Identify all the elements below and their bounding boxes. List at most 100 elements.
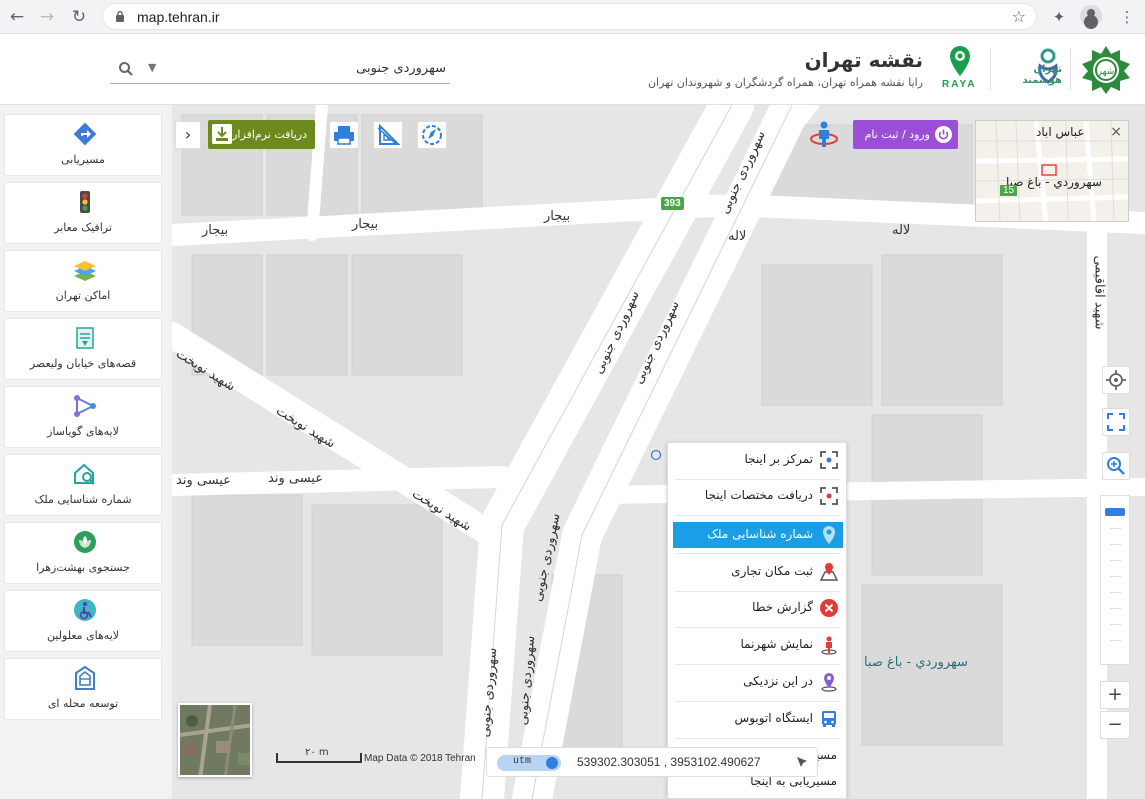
sidebar-item-disabled-layers[interactable]: لایه‌های معلولین xyxy=(4,590,162,652)
sidebar-item-valiasr-stories[interactable]: قصه‌های خیابان ولیعصر xyxy=(4,318,162,380)
zoom-slider-thumb[interactable] xyxy=(1105,508,1125,516)
svg-text:شهر: شهر xyxy=(1097,67,1115,77)
bus-icon xyxy=(822,711,836,727)
nearby-icon xyxy=(821,673,837,692)
lock-icon xyxy=(116,10,124,22)
tehran-municipality-emblem-icon[interactable]: شهر xyxy=(1080,44,1132,96)
printer-icon xyxy=(334,126,354,145)
place-label-bagh-saba: سهروردي - باغ صبا xyxy=(864,655,968,670)
print-button[interactable] xyxy=(329,121,359,149)
reload-icon[interactable]: ↻ xyxy=(68,6,90,28)
sidebar-item-traffic[interactable]: ترافیک معابر xyxy=(4,182,162,244)
ctx-register-business[interactable]: ثبت مکان تجاری xyxy=(673,559,843,585)
traffic-light-icon xyxy=(80,191,90,213)
site-header: ▼ سهروردی جنوبی نقشه تهران رایا نقشه همر… xyxy=(0,34,1145,105)
minimap-label-bagh-saba: سهروردي - باغ صبا xyxy=(1006,175,1102,189)
zoom-out-button[interactable]: − xyxy=(1100,711,1130,739)
ctx-get-coordinates[interactable]: دریافت مختصات اینجا xyxy=(673,483,843,509)
ctx-separator xyxy=(676,591,840,592)
ctx-separator xyxy=(676,738,840,739)
click-location-marker xyxy=(650,449,662,461)
dropdown-caret-icon[interactable]: ▼ xyxy=(148,61,156,74)
coordinates-readout: 539302.303051 , 3953102.490627 xyxy=(577,755,761,769)
ruler-icon xyxy=(377,123,401,145)
sidebar-item-speaking-layers[interactable]: لایه‌های گویاساز xyxy=(4,386,162,448)
address-bar[interactable]: map.tehran.ir ☆ xyxy=(102,3,1037,30)
scale-label: ۲۰ m xyxy=(305,747,329,758)
zoom-tick xyxy=(1110,624,1121,625)
measure-button[interactable] xyxy=(373,121,403,149)
raya-pin-icon xyxy=(950,46,970,76)
street-label-bijar: بیجار xyxy=(352,217,379,232)
route-icon xyxy=(73,122,97,146)
street-label-isavand: عیسی وند xyxy=(176,473,231,488)
forward-arrow-icon[interactable]: → xyxy=(36,6,58,28)
wheelchair-icon xyxy=(74,599,96,621)
ctx-show-cityview[interactable]: نمایش شهرنما xyxy=(673,632,843,658)
street-label-bijar: بیجار xyxy=(544,209,571,224)
back-arrow-icon[interactable]: ← xyxy=(6,6,28,28)
sidebar-item-property-id[interactable]: شماره شناسایی ملک xyxy=(4,454,162,516)
street-label-aghaghi: شهید اقاقیمی xyxy=(1091,255,1107,330)
satellite-thumbnail xyxy=(180,705,250,775)
street-label-bijar: بیجار xyxy=(202,223,229,238)
close-icon[interactable]: × xyxy=(1110,124,1122,140)
collapse-sidebar-button[interactable]: › xyxy=(175,121,201,149)
ctx-nearby[interactable]: در این نزدیکی xyxy=(673,669,843,695)
overview-minimap[interactable]: عباس اباد سهروردي - باغ صبا 15 × xyxy=(975,120,1129,222)
fullscreen-button[interactable] xyxy=(1102,408,1130,436)
download-app-button[interactable]: دریافت نرم‌افزار xyxy=(208,120,315,149)
extensions-icon[interactable]: ✦ xyxy=(1048,6,1070,28)
map-pin-store-icon xyxy=(819,563,839,581)
zoom-in-button[interactable]: + xyxy=(1100,681,1130,709)
network-icon xyxy=(74,395,96,417)
ctx-bus-station[interactable]: ایستگاه اتوبوس xyxy=(673,706,843,732)
minimap-route-badge: 15 xyxy=(1000,185,1018,196)
zoom-box-button[interactable] xyxy=(1102,452,1130,480)
book-icon xyxy=(76,327,94,349)
zoom-tick xyxy=(1110,560,1121,561)
layers-icon xyxy=(74,261,96,281)
street-label-laleh: لاله xyxy=(728,229,747,244)
sidebar-item-places[interactable]: اماکن تهران xyxy=(4,250,162,312)
toggle-knob xyxy=(546,757,558,769)
sidebar-item-routing[interactable]: مسیریابی xyxy=(4,114,162,176)
utm-toggle[interactable]: utm xyxy=(497,755,561,771)
street-view-pegman-icon[interactable] xyxy=(808,119,840,151)
compass-icon xyxy=(422,125,442,145)
login-signup-button[interactable]: ورود / ثبت نام xyxy=(853,120,958,149)
search-input[interactable]: ▼ سهروردی جنوبی xyxy=(110,56,450,84)
zoom-slider[interactable] xyxy=(1100,495,1130,665)
bookmark-star-icon[interactable]: ☆ xyxy=(1012,7,1026,26)
raya-logo[interactable]: RAYA xyxy=(940,44,980,94)
sidebar-item-behesht-zahra[interactable]: جستجوی بهشت‌زهرا xyxy=(4,522,162,584)
site-subtitle: رایا نقشه همراه تهران، همراه گردشگران و … xyxy=(647,76,923,89)
ctx-property-id[interactable]: شماره شناسایی ملک xyxy=(673,522,843,548)
street-label-laleh: لاله xyxy=(892,223,911,238)
zoom-tick xyxy=(1110,640,1121,641)
ctx-report-error[interactable]: گزارش خطا xyxy=(673,595,843,621)
crosshair-icon xyxy=(1106,370,1126,390)
zoom-tick xyxy=(1110,528,1121,529)
focus-icon xyxy=(820,451,838,469)
more-menu-icon[interactable]: ⋮ xyxy=(1116,6,1138,28)
profile-avatar[interactable] xyxy=(1080,5,1102,27)
route-badge: 393 xyxy=(661,197,684,210)
sidebar-item-neighborhood-development[interactable]: توسعه محله ای xyxy=(4,658,162,720)
satellite-layer-toggle[interactable] xyxy=(178,703,252,777)
header-divider xyxy=(1070,48,1071,90)
cursor-arrow-icon xyxy=(797,757,807,767)
zoom-tick xyxy=(1110,576,1121,577)
map-attribution: Map Data © 2018 Tehran xyxy=(364,753,476,764)
search-icon[interactable] xyxy=(118,61,134,77)
smart-tehran-logo[interactable]: تهران هوشمند xyxy=(1000,46,1062,92)
ctx-separator xyxy=(676,627,840,628)
sidebar: مسیریابی ترافیک معابر اماکن تهران قصه‌ها… xyxy=(0,105,172,799)
map-canvas[interactable]: 393 بیجار بیجار بیجار لاله لاله سهروردی … xyxy=(172,105,1145,799)
locate-me-button[interactable] xyxy=(417,121,447,149)
ctx-separator xyxy=(676,701,840,702)
site-title: نقشه تهران xyxy=(804,48,923,72)
my-location-button[interactable] xyxy=(1102,366,1130,394)
header-divider xyxy=(990,48,991,90)
ctx-focus-here[interactable]: تمرکز بر اینجا xyxy=(673,447,843,473)
